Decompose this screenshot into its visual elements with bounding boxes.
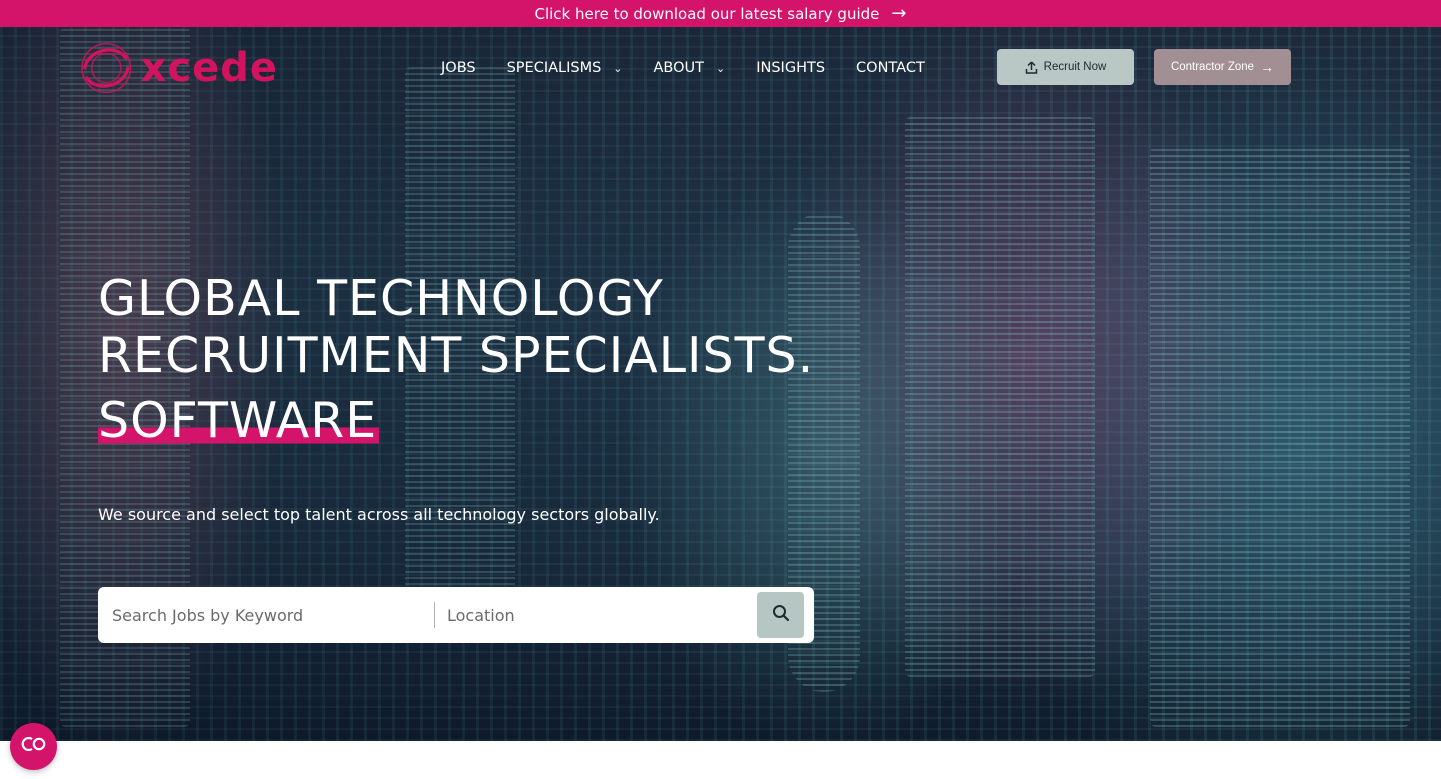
nav-item-specialisms[interactable]: SPECIALISMS ⌄ — [507, 60, 623, 76]
recruit-now-label: Recruit Now — [1043, 61, 1107, 73]
nav-item-insights[interactable]: INSIGHTS — [756, 60, 825, 76]
chat-logo-icon — [21, 736, 47, 757]
logo[interactable]: xcede — [78, 34, 278, 102]
hero-subtitle: We source and select top talent across a… — [98, 505, 660, 524]
hero-headline: GLOBAL TECHNOLOGY RECRUITMENT SPECIALIST… — [98, 270, 814, 384]
logo-swirl-icon — [81, 42, 132, 94]
promo-text[interactable]: Click here to download our latest salary… — [535, 5, 880, 23]
chevron-down-icon: ⌄ — [716, 61, 726, 75]
search-divider — [434, 602, 435, 628]
contractor-zone-label: Contractor Zone — [1170, 61, 1255, 73]
nav-item-jobs[interactable]: JOBS — [441, 60, 476, 76]
nav-item-label: ABOUT — [653, 60, 705, 76]
headline-line-1: GLOBAL TECHNOLOGY — [98, 270, 664, 327]
rotating-word: SOFTWARE — [98, 392, 380, 449]
search-button[interactable] — [757, 592, 804, 638]
chevron-down-icon: ⌄ — [613, 61, 623, 75]
nav-item-label: SPECIALISMS — [506, 60, 602, 76]
main-nav: JOBS SPECIALISMS ⌄ ABOUT ⌄ INSIGHTS CONT… — [441, 57, 925, 79]
arrow-right-icon: → — [891, 2, 907, 24]
nav-item-label: INSIGHTS — [756, 60, 826, 76]
logo-text: xcede — [140, 45, 278, 91]
nav-item-contact[interactable]: CONTACT — [856, 60, 925, 76]
upload-icon — [1025, 60, 1038, 74]
search-icon — [772, 604, 790, 627]
chat-widget-button[interactable] — [10, 723, 57, 770]
arrow-right-icon: → — [1260, 59, 1275, 75]
promo-banner[interactable]: Click here to download our latest salary… — [0, 0, 1441, 27]
keyword-search-input[interactable] — [110, 594, 432, 636]
recruit-now-button[interactable]: Recruit Now — [997, 49, 1134, 85]
job-search-bar — [98, 587, 814, 643]
location-input[interactable] — [445, 594, 749, 636]
nav-item-label: CONTACT — [856, 60, 925, 76]
headline-line-2: RECRUITMENT SPECIALISTS. — [98, 327, 815, 384]
contractor-zone-button[interactable]: Contractor Zone → — [1154, 49, 1291, 85]
nav-item-label: JOBS — [441, 60, 476, 76]
nav-item-about[interactable]: ABOUT ⌄ — [654, 60, 726, 76]
